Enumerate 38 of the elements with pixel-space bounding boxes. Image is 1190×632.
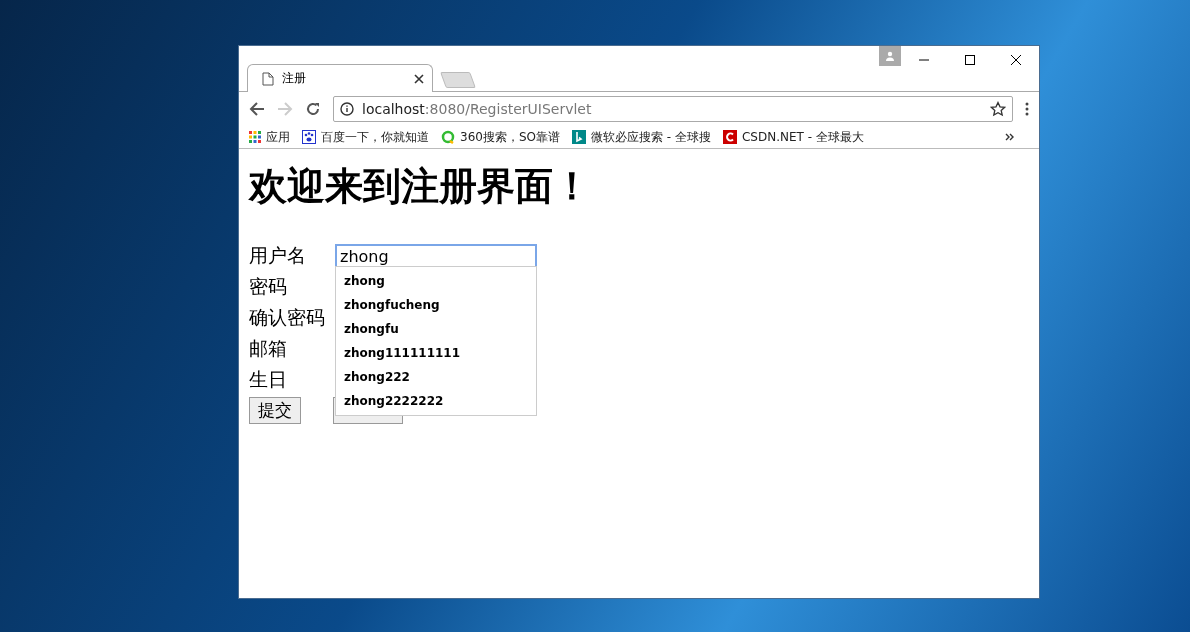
ring-icon — [441, 130, 455, 144]
person-icon — [885, 51, 895, 61]
bookmark-link[interactable]: 百度一下，你就知道 — [302, 128, 429, 146]
suggestion-item[interactable]: zhong111111111 — [336, 341, 536, 365]
suggestion-item[interactable]: zhongfu — [336, 317, 536, 341]
address-bar[interactable]: localhost:8080/RegisterUIServlet — [333, 96, 1013, 122]
more-bookmarks-icon[interactable] — [1005, 133, 1015, 141]
bookmark-link[interactable]: 360搜索，SO靠谱 — [441, 128, 560, 146]
field-label: 生日 — [249, 367, 288, 392]
c-letter-icon — [722, 130, 737, 144]
field-label: 邮箱 — [249, 336, 288, 361]
bookmark-link[interactable]: CSDN.NET - 全球最大 — [722, 128, 864, 146]
submit-button[interactable]: 提交 — [249, 397, 301, 424]
paw-icon — [302, 130, 316, 144]
menu-icon[interactable] — [1025, 102, 1029, 116]
browser-tab[interactable]: 注册 — [247, 64, 433, 92]
page-heading: 欢迎来到注册界面！ — [249, 163, 592, 210]
suggestion-item[interactable]: zhong222 — [336, 365, 536, 389]
suggestion-item[interactable]: zhong2222222 — [336, 389, 536, 413]
close-tab-icon[interactable] — [414, 73, 424, 84]
url-text: localhost:8080/RegisterUIServlet — [362, 101, 593, 117]
star-icon[interactable] — [990, 101, 1006, 117]
bookmark-link[interactable]: 微软必应搜索 - 全球搜 — [571, 128, 711, 146]
info-icon — [340, 102, 354, 116]
bookmark-link[interactable]: 应用 — [249, 128, 290, 146]
b-letter-icon — [571, 130, 586, 144]
field-label: 用户名 — [249, 243, 307, 268]
field-label: 确认密码 — [249, 305, 326, 330]
apps-grid-icon — [249, 131, 261, 143]
field-label: 密码 — [249, 274, 288, 299]
maximize-icon[interactable] — [964, 54, 976, 66]
suggestion-item[interactable]: zhongfucheng — [336, 293, 536, 317]
reload-icon[interactable] — [305, 101, 321, 117]
tab-title: 注册 — [282, 70, 306, 87]
close-icon[interactable] — [1010, 54, 1022, 66]
suggestion-item[interactable]: zhong — [336, 269, 536, 293]
document-icon — [262, 71, 274, 86]
back-arrow-icon[interactable] — [249, 101, 265, 117]
